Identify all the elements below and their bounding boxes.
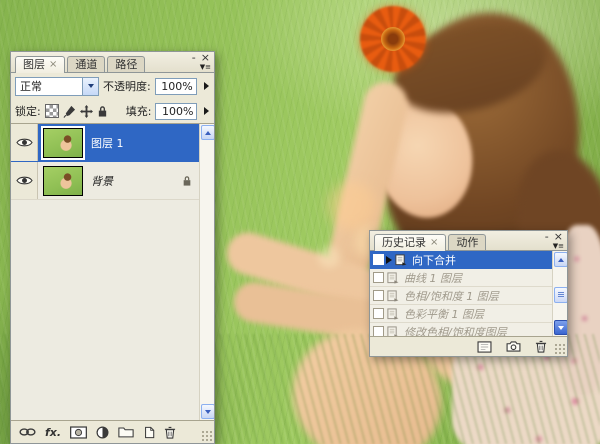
tab-actions-label: 动作 (456, 237, 478, 249)
history-brush-source-checkbox[interactable] (370, 290, 386, 301)
panel-menu-icon[interactable]: ▼≡ (200, 64, 211, 71)
lock-all-icon[interactable] (97, 105, 108, 118)
blend-mode-row: 正常 不透明度: 100% (11, 73, 214, 99)
lock-badge-icon (182, 175, 192, 187)
tab-actions[interactable]: 动作 (448, 234, 486, 250)
tab-channels[interactable]: 通道 (67, 56, 105, 72)
history-state-icon (386, 308, 399, 320)
new-layer-icon[interactable] (143, 426, 155, 439)
blend-mode-value: 正常 (16, 78, 82, 94)
scroll-thumb[interactable] (554, 287, 567, 303)
history-brush-source-checkbox[interactable] (370, 326, 386, 336)
history-state-label: 曲线 1 图层 (404, 270, 552, 286)
layer-style-icon[interactable]: fx. (45, 426, 61, 439)
eye-icon (16, 175, 33, 186)
tab-close-icon[interactable]: × (49, 59, 57, 71)
scroll-down-icon[interactable] (201, 404, 214, 419)
history-panel-titlebar: 历史记录 × 动作 - × ▼≡ (370, 231, 567, 251)
blend-mode-select[interactable]: 正常 (15, 77, 99, 96)
layer-mask-icon[interactable] (70, 426, 87, 439)
layers-panel-toolbar: fx. (11, 420, 214, 443)
tab-channels-label: 通道 (75, 59, 97, 71)
scroll-down-icon[interactable] (554, 320, 567, 335)
layers-scrollbar (199, 124, 214, 420)
history-state-label: 向下合并 (412, 252, 552, 268)
tab-paths-label: 路径 (115, 59, 137, 71)
fill-slider-arrow-icon[interactable] (204, 107, 209, 115)
layer-row-layer1[interactable]: 图层 1 (11, 124, 214, 162)
eye-icon (16, 137, 33, 148)
opacity-input[interactable]: 100% (155, 78, 197, 95)
history-panel-toolbar (370, 336, 567, 356)
layer-list: 图层 1 背景 (11, 123, 214, 420)
delete-state-icon[interactable] (535, 340, 547, 353)
lock-row: 锁定: 填充: 100% (11, 99, 214, 123)
minimize-icon[interactable]: - (545, 232, 549, 242)
history-state-icon (386, 326, 399, 337)
scroll-up-icon[interactable] (201, 125, 214, 140)
layer-name[interactable]: 图层 1 (91, 135, 198, 151)
history-state-row[interactable]: 曲线 1 图层 (370, 269, 567, 287)
new-document-from-state-icon[interactable] (477, 341, 492, 353)
close-icon[interactable]: × (554, 232, 563, 242)
history-panel: 历史记录 × 动作 - × ▼≡ 向下合并 (369, 230, 568, 357)
layer-row-background[interactable]: 背景 (11, 162, 214, 200)
history-brush-source-checkbox[interactable] (370, 308, 386, 319)
tab-layers-label: 图层 (23, 59, 45, 71)
opacity-label: 不透明度: (103, 78, 151, 94)
fill-input[interactable]: 100% (155, 103, 197, 120)
layer-thumbnail[interactable] (43, 166, 83, 196)
visibility-toggle[interactable] (11, 162, 38, 199)
history-list: 向下合并 曲线 1 图层 色相/饱和度 1 图层 (370, 251, 567, 336)
layer-thumbnail[interactable] (43, 128, 83, 158)
photoshop-workspace: 图层 × 通道 路径 - × ▼≡ 正常 不透明度: 100% (0, 0, 600, 444)
delete-layer-icon[interactable] (164, 426, 176, 439)
lens-flare (328, 182, 376, 230)
history-state-row[interactable]: 色彩平衡 1 图层 (370, 305, 567, 323)
lens-flare (318, 246, 340, 268)
layer-name[interactable]: 背景 (91, 173, 182, 189)
visibility-toggle[interactable] (11, 124, 38, 161)
tab-layers[interactable]: 图层 × (15, 56, 65, 73)
minimize-icon[interactable]: - (192, 53, 196, 63)
history-state-row[interactable]: 修改色相/饱和度图层 (370, 323, 567, 336)
history-brush-source-checkbox[interactable] (370, 254, 386, 265)
history-state-label: 色彩平衡 1 图层 (404, 306, 552, 322)
chevron-down-icon[interactable] (82, 78, 98, 95)
fill-label: 填充: (126, 103, 152, 119)
history-scrollbar (552, 251, 567, 336)
lock-position-icon[interactable] (80, 105, 93, 118)
lock-pixels-icon[interactable] (63, 105, 76, 118)
history-state-icon (394, 254, 407, 266)
history-state-row[interactable]: 色相/饱和度 1 图层 (370, 287, 567, 305)
new-group-icon[interactable] (118, 426, 134, 438)
link-icon[interactable] (19, 427, 36, 437)
layers-panel-titlebar: 图层 × 通道 路径 - × ▼≡ (11, 52, 214, 73)
layers-panel: 图层 × 通道 路径 - × ▼≡ 正常 不透明度: 100% (10, 51, 215, 444)
current-state-pointer-icon (386, 256, 392, 264)
close-icon[interactable]: × (201, 53, 210, 63)
scroll-up-icon[interactable] (554, 252, 567, 267)
history-brush-source-checkbox[interactable] (370, 272, 386, 283)
history-state-icon (386, 290, 399, 302)
lock-label: 锁定: (15, 103, 41, 119)
orange-flower-center (381, 27, 405, 51)
tab-history-label: 历史记录 (382, 237, 426, 249)
history-state-row[interactable]: 向下合并 (370, 251, 567, 269)
history-state-label: 色相/饱和度 1 图层 (404, 288, 552, 304)
tab-history[interactable]: 历史记录 × (374, 234, 446, 251)
lock-transparency-icon[interactable] (45, 104, 59, 118)
history-state-icon (386, 272, 399, 284)
tab-paths[interactable]: 路径 (107, 56, 145, 72)
new-snapshot-icon[interactable] (506, 341, 521, 352)
tab-close-icon[interactable]: × (430, 237, 438, 249)
adjustment-layer-icon[interactable] (96, 426, 109, 439)
history-state-label: 修改色相/饱和度图层 (404, 324, 552, 337)
resize-grip[interactable] (554, 343, 565, 354)
opacity-slider-arrow-icon[interactable] (204, 82, 209, 90)
panel-menu-icon[interactable]: ▼≡ (553, 243, 564, 250)
resize-grip[interactable] (201, 430, 212, 441)
